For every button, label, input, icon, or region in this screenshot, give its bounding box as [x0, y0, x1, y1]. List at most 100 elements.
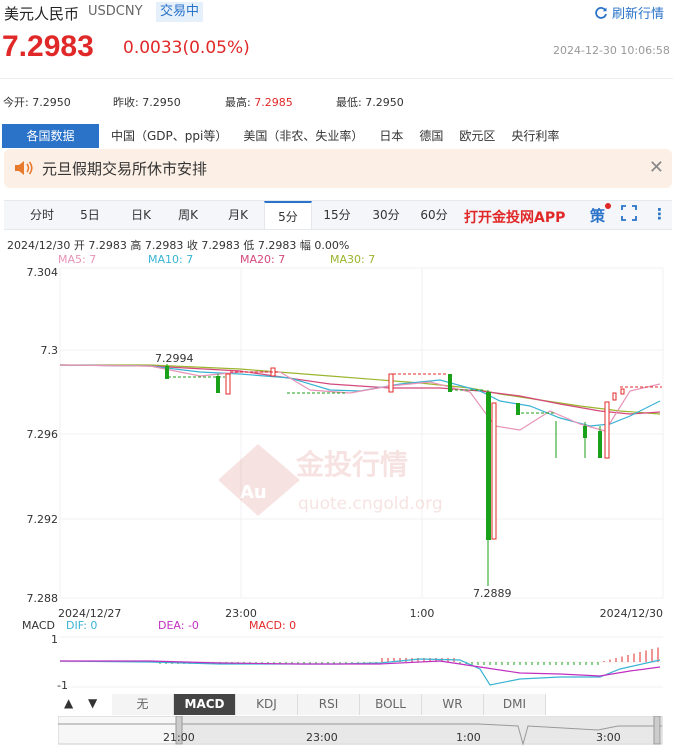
- stat-value: 7.2950: [365, 96, 404, 109]
- price-chart[interactable]: 7.304 7.3 7.296 7.292 7.288 2024/12/27 2…: [0, 266, 673, 620]
- ma-legend: MA5: 7 MA10: 7 MA20: 7 MA30: 7: [0, 253, 673, 267]
- stat-open: 今开: 7.2950: [3, 94, 71, 110]
- more-icon[interactable]: ⋮: [652, 205, 667, 223]
- indicator-tabs: 无 MACD KDJ RSI BOLL WR DMI: [58, 694, 658, 715]
- range-navigator[interactable]: 21:00 23:00 1:00 3:00: [58, 716, 664, 746]
- ohlc-readout: 2024/12/30 开 7.2983 高 7.2983 收 7.2983 低 …: [7, 239, 350, 252]
- y-tick-label: 7.292: [27, 513, 59, 526]
- tab-30min[interactable]: 30分: [366, 201, 406, 229]
- navigator-right-handle[interactable]: [653, 716, 661, 745]
- stat-label: 昨收:: [113, 96, 139, 109]
- tab-indicator-kdj[interactable]: KDJ: [236, 694, 298, 715]
- stat-value: 7.2950: [32, 96, 71, 109]
- ma5-label: MA5: 7: [58, 253, 97, 266]
- macd-title: MACD: [22, 619, 55, 632]
- svg-text:Au: Au: [240, 482, 267, 503]
- ma20-line: [59, 364, 661, 415]
- max-price-label: 7.2994: [155, 352, 194, 365]
- open-app-link[interactable]: 打开金投网APP: [464, 207, 565, 227]
- notice-banner[interactable]: 元旦假期交易所休市安排 ✕: [4, 149, 672, 188]
- candle: [598, 431, 602, 458]
- tab-indicator-dmi[interactable]: DMI: [484, 694, 546, 715]
- candle: [620, 388, 625, 395]
- macd-dif-line: [59, 658, 661, 686]
- candle: [448, 374, 452, 392]
- period-toolbar: 分时 5日 日K 周K 月K 5分 15分 30分 60分 打开金投网APP 策…: [4, 200, 672, 230]
- tab-5min[interactable]: 5分: [264, 201, 312, 229]
- watermark-text: 金投行情: [295, 448, 408, 481]
- min-price-label: 7.2889: [473, 587, 512, 600]
- stat-value: 7.2985: [254, 96, 293, 109]
- stat-high: 最高: 7.2985: [225, 94, 293, 110]
- macd-chart[interactable]: 1 -1: [0, 633, 673, 691]
- price-change: 0.0033(0.05%): [123, 38, 250, 58]
- chart-grid: [59, 267, 664, 599]
- stat-low: 最低: 7.2950: [336, 94, 404, 110]
- tab-eurozone[interactable]: 欧元区: [451, 124, 503, 148]
- x-tick-label: 2024/12/30: [600, 607, 663, 620]
- status-badge: 交易中: [156, 2, 204, 22]
- refresh-button[interactable]: 刷新行情: [594, 3, 664, 22]
- macd-legend: MACD DIF: 0 DEA: -0 MACD: 0: [22, 619, 422, 633]
- tab-daily-k[interactable]: 日K: [121, 201, 161, 229]
- tab-monthly-k[interactable]: 月K: [218, 201, 258, 229]
- refresh-icon: [595, 6, 607, 19]
- refresh-label: 刷新行情: [612, 7, 665, 22]
- macd-dea: DEA: -0: [158, 619, 199, 632]
- tab-central-bank-rates[interactable]: 央行利率: [503, 124, 567, 148]
- speaker-icon: [15, 161, 33, 175]
- macd-dif: DIF: 0: [66, 619, 98, 632]
- candle: [486, 392, 491, 540]
- stat-label: 最高:: [225, 96, 251, 109]
- tab-china[interactable]: 中国（GDP、ppi等）: [103, 124, 235, 148]
- tab-japan[interactable]: 日本: [371, 124, 411, 148]
- macd-y-bottom: -1: [57, 679, 68, 691]
- y-tick-label: 7.304: [27, 266, 59, 279]
- ma10-line: [59, 364, 661, 427]
- candle: [612, 392, 617, 401]
- ma30-label: MA30: 7: [330, 253, 376, 266]
- stat-label: 今开:: [3, 96, 29, 109]
- quote-timestamp: 2024-12-30 10:06:58: [553, 44, 670, 57]
- fullscreen-icon[interactable]: [621, 205, 637, 225]
- notice-text[interactable]: 元旦假期交易所休市安排: [42, 158, 207, 179]
- tab-60min[interactable]: 60分: [414, 201, 454, 229]
- divider: [0, 78, 673, 79]
- close-icon[interactable]: ✕: [649, 157, 664, 178]
- stat-prev-close: 昨收: 7.2950: [113, 94, 181, 110]
- nav-tick-label: 23:00: [306, 731, 338, 744]
- y-tick-label: 7.296: [27, 428, 59, 441]
- nav-tick-label: 21:00: [163, 731, 195, 744]
- tab-indicator-boll[interactable]: BOLL: [360, 694, 422, 715]
- tab-usa[interactable]: 美国（非农、失业率）: [235, 124, 371, 148]
- watermark: Au 金投行情 quote.cngold.org: [218, 444, 443, 516]
- notification-dot: [605, 203, 612, 209]
- ma10-label: MA10: 7: [148, 253, 194, 266]
- stat-label: 最低:: [336, 96, 362, 109]
- candle: [388, 373, 394, 393]
- candle: [604, 401, 610, 459]
- tab-indicator-wr[interactable]: WR: [422, 694, 484, 715]
- tab-indicator-rsi[interactable]: RSI: [298, 694, 360, 715]
- instrument-name: 美元人民币: [4, 5, 80, 23]
- nav-tick-label: 3:00: [596, 731, 621, 744]
- y-tick-label: 7.288: [27, 592, 59, 605]
- tab-intraday[interactable]: 分时: [22, 201, 62, 229]
- tab-15min[interactable]: 15分: [317, 201, 357, 229]
- nav-tick-label: 1:00: [456, 731, 481, 744]
- tab-germany[interactable]: 德国: [411, 124, 451, 148]
- navigator-selection[interactable]: [178, 717, 658, 743]
- tab-countries[interactable]: 各国数据: [2, 124, 99, 148]
- category-tabs: 各国数据 中国（GDP、ppi等） 美国（非农、失业率） 日本 德国 欧元区 央…: [2, 124, 673, 148]
- y-tick-label: 7.3: [41, 344, 59, 357]
- strategy-icon[interactable]: 策: [590, 203, 612, 226]
- tab-5day[interactable]: 5日: [72, 201, 108, 229]
- current-price: 7.2983: [2, 30, 94, 63]
- tab-weekly-k[interactable]: 周K: [168, 201, 208, 229]
- macd-y-top: 1: [51, 633, 58, 646]
- tab-indicator-none[interactable]: 无: [112, 694, 174, 715]
- ma30-line: [60, 364, 661, 415]
- watermark-url: quote.cngold.org: [298, 494, 443, 514]
- candle: [583, 426, 587, 438]
- tab-indicator-macd[interactable]: MACD: [174, 694, 236, 715]
